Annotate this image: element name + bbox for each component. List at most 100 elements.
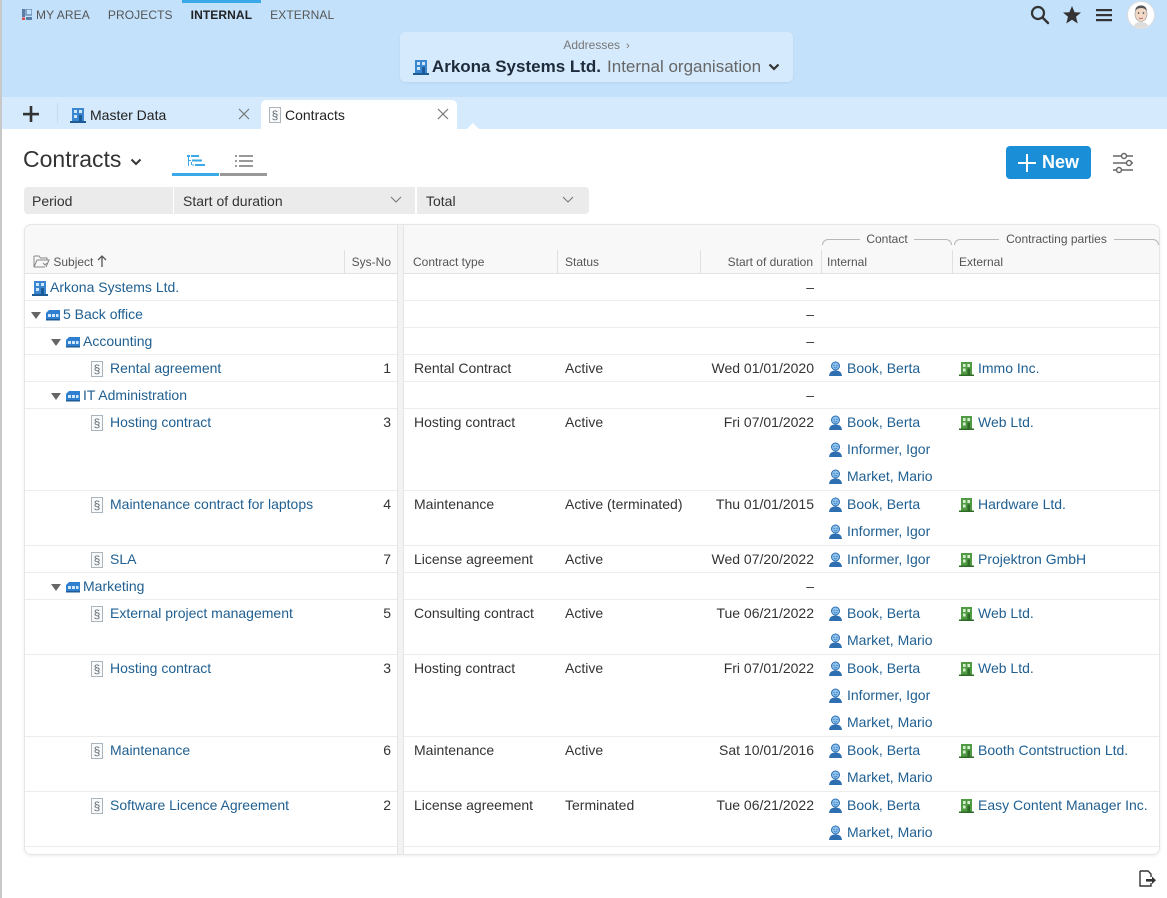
internal-contact-link[interactable]: Market, Mario	[828, 819, 933, 846]
subject-cell: § External project management	[91, 600, 293, 627]
subject-link[interactable]: 5 Back office	[63, 306, 143, 322]
add-tab-button[interactable]	[20, 103, 42, 125]
organisation-row[interactable]: Arkona Systems Ltd. –	[25, 274, 1159, 301]
start-date-cell: Tue 06/21/2022	[716, 605, 814, 621]
menu-button[interactable]	[1093, 4, 1115, 26]
subject-link[interactable]: Marketing	[83, 578, 144, 594]
paragraph-icon: §	[91, 497, 103, 514]
org-unit-row[interactable]: IT Administration –	[25, 382, 1159, 409]
subject-link[interactable]: Maintenance	[110, 742, 190, 758]
internal-contact-link[interactable]: Book, Berta	[828, 655, 933, 682]
external-party-link[interactable]: Web Ltd.	[959, 409, 1034, 436]
internal-contact-link[interactable]: Informer, Igor	[828, 436, 933, 463]
subject-link[interactable]: IT Administration	[83, 387, 187, 403]
collapse-toggle-icon[interactable]	[51, 392, 61, 400]
period-select[interactable]: Start of duration	[173, 187, 415, 214]
column-header-subject[interactable]: Subject	[33, 250, 107, 274]
external-party-link[interactable]: Projektron GmbH	[959, 546, 1086, 573]
contract-row[interactable]: § Maintenance contract for laptops 4 Mainte…	[25, 491, 1159, 546]
nav-my-area[interactable]: MY AREA	[22, 0, 99, 30]
internal-contacts-cell: Book, Berta Informer, Igor Market, Mario	[828, 655, 933, 736]
close-icon[interactable]	[238, 108, 250, 120]
org-unit-icon	[66, 582, 80, 593]
internal-contact-link[interactable]: Book, Berta	[828, 355, 920, 382]
period-label: Period	[32, 192, 73, 209]
frozen-column-divider[interactable]	[397, 225, 404, 854]
internal-contacts-cell: Book, Berta	[828, 355, 920, 382]
page-title-selector[interactable]: Contracts	[23, 146, 142, 173]
column-header-external[interactable]: External	[959, 250, 1003, 274]
internal-contacts-cell: Book, Berta Market, Mario	[828, 737, 933, 791]
list-view-tab[interactable]	[220, 148, 267, 176]
status-cell: Terminated	[565, 797, 635, 813]
subject-link[interactable]: Arkona Systems Ltd.	[50, 279, 179, 295]
column-header-contract-type[interactable]: Contract type	[413, 250, 484, 274]
contract-row[interactable]: § Rental agreement 1 Rental Contract Active W…	[25, 355, 1159, 382]
org-unit-row[interactable]: Marketing –	[25, 573, 1159, 600]
internal-contact-link[interactable]: Book, Berta	[828, 792, 933, 819]
company-icon	[959, 362, 974, 376]
person-icon	[829, 497, 842, 512]
person-icon	[829, 770, 842, 785]
column-settings-button[interactable]	[1110, 150, 1136, 176]
internal-contact-link[interactable]: Market, Mario	[828, 463, 933, 490]
tree-view-tab[interactable]	[172, 148, 219, 176]
internal-contact-link[interactable]: Informer, Igor	[828, 682, 933, 709]
subject-link[interactable]: Software Licence Agreement	[110, 797, 289, 813]
contract-row[interactable]: § Hosting contract 3 Hosting contract Active…	[25, 409, 1159, 491]
nav-external[interactable]: EXTERNAL	[261, 0, 343, 30]
subject-link[interactable]: SLA	[110, 551, 136, 567]
internal-contact-link[interactable]: Book, Berta	[828, 600, 933, 627]
org-selector[interactable]: Arkona Systems Ltd. Internal organisatio…	[400, 57, 793, 77]
collapse-toggle-icon[interactable]	[51, 338, 61, 346]
export-button[interactable]	[1137, 868, 1157, 888]
nav-projects[interactable]: PROJECTS	[99, 0, 182, 30]
internal-contact-link[interactable]: Market, Mario	[828, 764, 933, 791]
tab-master-data[interactable]: Master Data	[62, 100, 258, 129]
subject-link[interactable]: Hosting contract	[110, 414, 211, 430]
internal-contact-link[interactable]: Book, Berta	[828, 491, 930, 518]
org-unit-row[interactable]: 5 Back office –	[25, 301, 1159, 328]
new-button[interactable]: New	[1006, 146, 1091, 179]
subject-link[interactable]: Hosting contract	[110, 660, 211, 676]
column-header-status[interactable]: Status	[565, 250, 599, 274]
internal-contact-link[interactable]: Market, Mario	[828, 627, 933, 654]
contract-row[interactable]: § Maintenance 6 Maintenance Active Sat 10/01/…	[25, 737, 1159, 792]
close-icon[interactable]	[437, 108, 449, 120]
internal-contact-link[interactable]: Informer, Igor	[828, 518, 930, 545]
search-button[interactable]	[1029, 4, 1051, 26]
range-select[interactable]: Total	[415, 187, 587, 214]
contract-row[interactable]: § Hosting contract 3 Hosting contract Active…	[25, 655, 1159, 737]
column-header-start[interactable]: Start of duration	[705, 250, 813, 274]
org-unit-row[interactable]: Accounting –	[25, 328, 1159, 355]
internal-contact-link[interactable]: Book, Berta	[828, 409, 933, 436]
breadcrumb-addresses[interactable]: Addresses	[563, 38, 620, 52]
sort-ascending-icon	[97, 255, 107, 267]
column-header-sys-no[interactable]: Sys-No	[351, 250, 391, 274]
external-party-link[interactable]: Easy Content Manager Inc.	[959, 792, 1148, 819]
tab-contracts[interactable]: § Contracts	[261, 100, 479, 129]
subject-link[interactable]: Maintenance contract for laptops	[110, 496, 313, 512]
external-party-link[interactable]: Web Ltd.	[959, 600, 1034, 627]
sliders-icon	[1113, 152, 1133, 174]
subject-link[interactable]: External project management	[110, 605, 293, 621]
internal-contact-link[interactable]: Informer, Igor	[828, 546, 930, 573]
collapse-toggle-icon[interactable]	[31, 311, 41, 319]
external-party-link[interactable]: Hardware Ltd.	[959, 491, 1066, 518]
internal-contact-link[interactable]: Market, Mario	[828, 709, 933, 736]
nav-internal[interactable]: INTERNAL	[181, 0, 262, 30]
external-party-link[interactable]: Immo Inc.	[959, 355, 1039, 382]
collapse-toggle-icon[interactable]	[51, 583, 61, 591]
contract-row[interactable]: § SLA 7 License agreement Active Wed 07/20/20…	[25, 546, 1159, 573]
user-avatar[interactable]	[1127, 1, 1155, 29]
contract-row[interactable]: § Software Licence Agreement 2 License agre…	[25, 792, 1159, 847]
contract-row[interactable]: § External project management 5 Consulting …	[25, 600, 1159, 655]
external-party-link[interactable]: Booth Contstruction Ltd.	[959, 737, 1128, 764]
internal-contact-link[interactable]: Book, Berta	[828, 737, 933, 764]
subject-link[interactable]: Rental agreement	[110, 360, 221, 376]
favorites-button[interactable]	[1061, 4, 1083, 26]
external-party-link[interactable]: Web Ltd.	[959, 655, 1034, 682]
column-header-internal[interactable]: Internal	[827, 250, 867, 274]
subject-link[interactable]: Accounting	[83, 333, 152, 349]
chevron-down-icon	[390, 196, 402, 203]
